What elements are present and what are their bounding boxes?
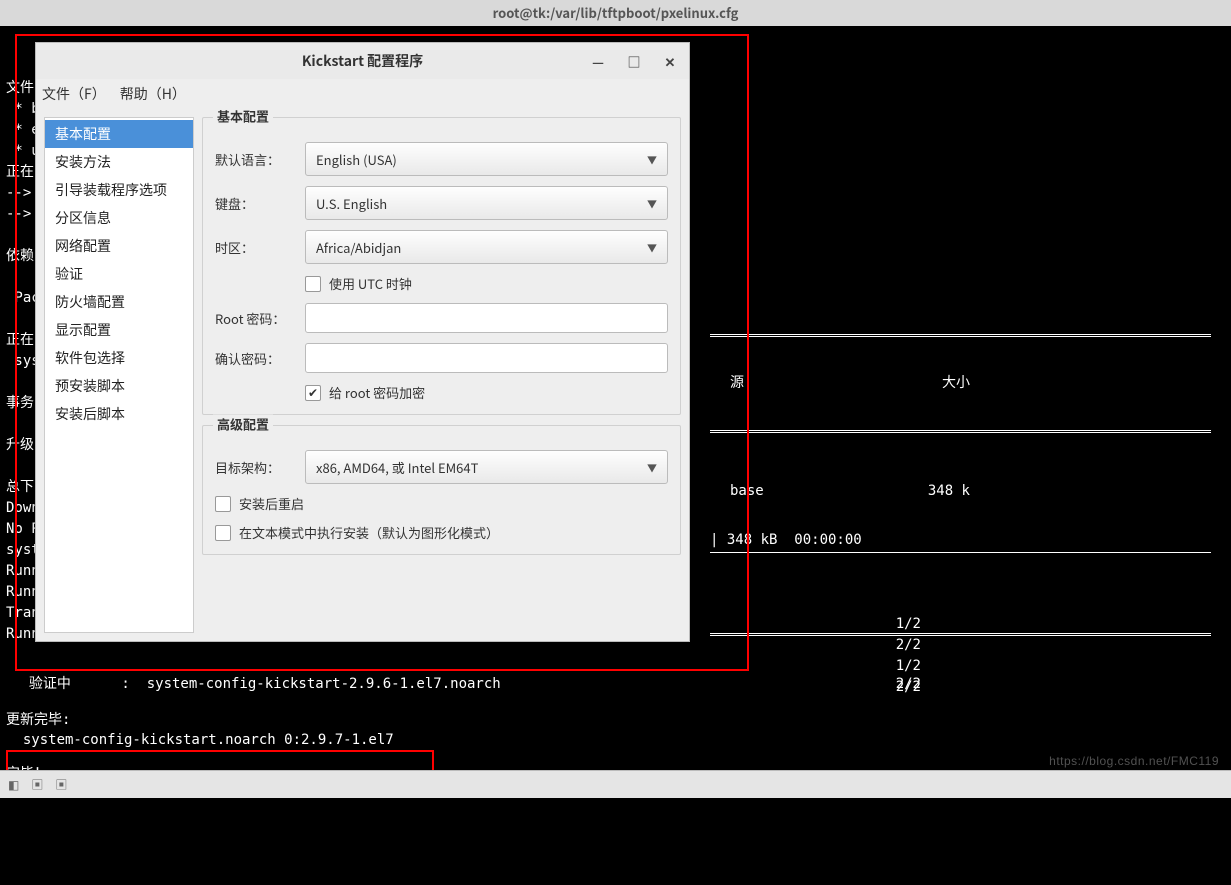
sidebar-item[interactable]: 软件包选择 [45,344,193,372]
tz-combo[interactable]: Africa/Abidjan ▼ [305,230,668,264]
basic-config-group: 基本配置 默认语言： English (USA) ▼ 键盘： U.S. Engl… [202,117,681,415]
updated-pkg: system-config-kickstart.noarch 0:2.9.7-1… [6,730,394,751]
utc-label: 使用 UTC 时钟 [329,274,412,293]
taskbar-item[interactable]: ▣ [55,776,67,793]
basic-group-title: 基本配置 [213,107,273,126]
root-pwd-label: Root 密码： [215,309,305,328]
arch-value: x86, AMD64, 或 Intel EM64T [316,458,478,477]
chevron-down-icon: ▼ [647,196,657,211]
close-button[interactable]: ✕ [655,49,685,73]
sidebar-list[interactable]: 基本配置安装方法引导装载程序选项分区信息网络配置验证防火墙配置显示配置软件包选择… [44,117,194,633]
chevron-down-icon: ▼ [647,460,657,475]
verify-line: 验证中 : system-config-kickstart-2.9.6-1.el… [12,674,501,695]
adv-config-group: 高级配置 目标架构： x86, AMD64, 或 Intel EM64T ▼ 安… [202,425,681,555]
kb-combo[interactable]: U.S. English ▼ [305,186,668,220]
lang-value: English (USA) [316,150,397,169]
kickstart-dialog: Kickstart 配置程序 — □ ✕ 文件（F） 帮助（H） 基本配置安装方… [35,42,690,642]
sidebar-item[interactable]: 防火墙配置 [45,288,193,316]
arch-label: 目标架构： [215,458,305,477]
sidebar-item[interactable]: 引导装载程序选项 [45,176,193,204]
sidebar-item[interactable]: 安装方法 [45,148,193,176]
main-window-title: root@tk:/var/lib/tftpboot/pxelinux.cfg [0,0,1231,26]
encrypt-checkbox[interactable]: ✔ [305,385,321,401]
utc-checkbox[interactable] [305,276,321,292]
sidebar-item[interactable]: 验证 [45,260,193,288]
dialog-titlebar[interactable]: Kickstart 配置程序 — □ ✕ [36,43,689,79]
dl-progress: | 348 kB 00:00:00 [710,530,862,551]
taskbar-item[interactable]: ◧ [8,776,19,793]
menu-help[interactable]: 帮助（H） [120,84,186,104]
confirm-pwd-input[interactable] [305,343,668,373]
maximize-button[interactable]: □ [619,49,649,73]
sidebar-item[interactable]: 基本配置 [45,120,193,148]
menu-file[interactable]: 文件（F） [42,84,106,104]
lang-combo[interactable]: English (USA) ▼ [305,142,668,176]
arch-combo[interactable]: x86, AMD64, 或 Intel EM64T ▼ [305,450,668,484]
sidebar-item[interactable]: 显示配置 [45,316,193,344]
adv-group-title: 高级配置 [213,415,273,434]
sidebar-item[interactable]: 网络配置 [45,232,193,260]
chevron-down-icon: ▼ [647,152,657,167]
textmode-checkbox[interactable] [215,525,231,541]
sidebar-item[interactable]: 分区信息 [45,204,193,232]
reboot-label: 安装后重启 [239,494,304,513]
dialog-title: Kickstart 配置程序 [302,51,423,71]
reboot-checkbox[interactable] [215,496,231,512]
confirm-pwd-label: 确认密码： [215,349,305,368]
chevron-down-icon: ▼ [647,240,657,255]
taskbar[interactable]: ◧ ▣ ▣ [0,770,1231,798]
menubar: 文件（F） 帮助（H） [36,79,689,109]
tz-label: 时区： [215,238,305,257]
minimize-button[interactable]: — [583,49,613,73]
lang-label: 默认语言： [215,150,305,169]
taskbar-item[interactable]: ▣ [31,776,43,793]
tz-value: Africa/Abidjan [316,238,401,257]
root-pwd-input[interactable] [305,303,668,333]
update-done: 更新完毕: [6,710,70,731]
kb-label: 键盘： [215,194,305,213]
sidebar-item[interactable]: 安装后脚本 [45,400,193,428]
textmode-label: 在文本模式中执行安装（默认为图形化模式） [239,523,499,542]
encrypt-label: 给 root 密码加密 [329,383,425,402]
kb-value: U.S. English [316,194,387,213]
sidebar-item[interactable]: 预安装脚本 [45,372,193,400]
verify-step: 2/2 [896,674,921,695]
watermark: https://blog.csdn.net/FMC119 [1049,754,1219,768]
